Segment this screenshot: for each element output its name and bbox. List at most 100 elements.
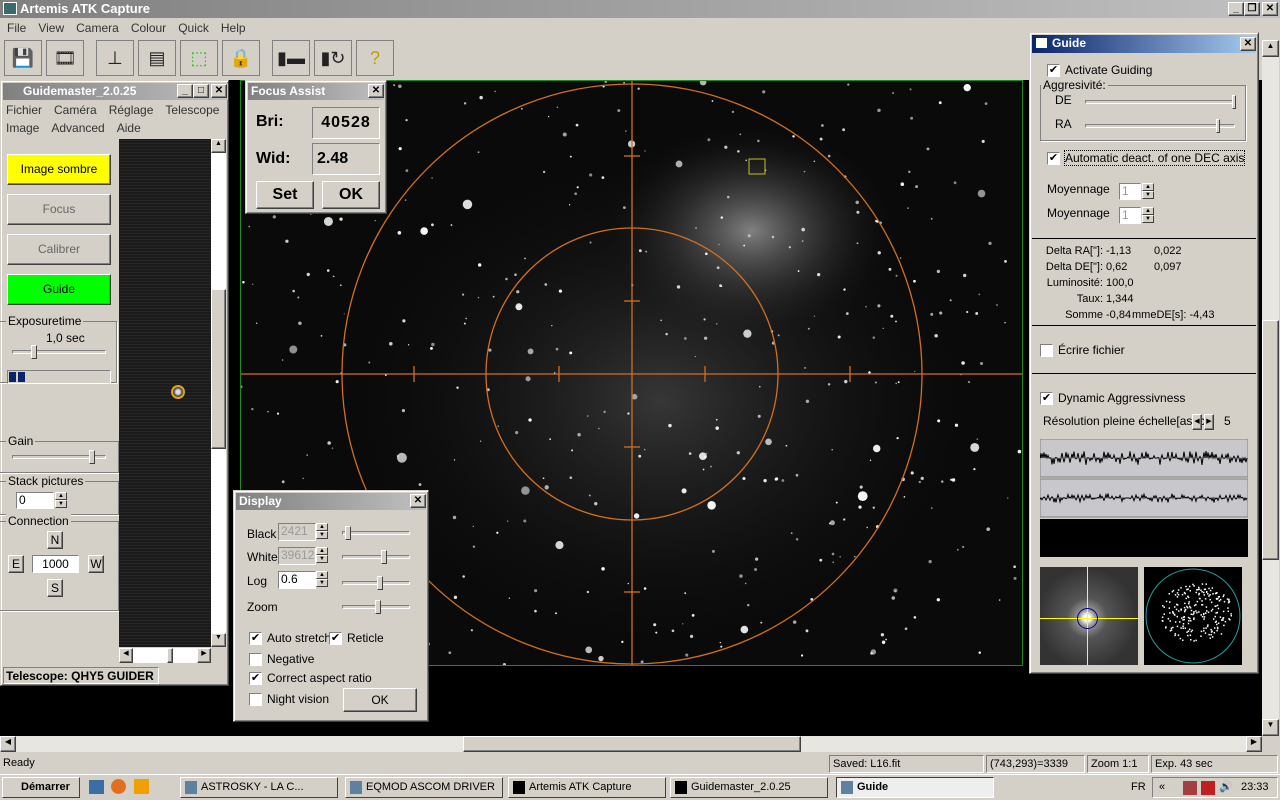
negative-checkbox[interactable]: Negative xyxy=(249,652,314,667)
ok-button[interactable]: OK xyxy=(343,688,417,712)
ok-button[interactable]: OK xyxy=(322,181,380,209)
white-slider[interactable] xyxy=(342,550,410,564)
firefox-icon[interactable] xyxy=(111,779,126,794)
save-sequence-button[interactable]: 🎞 xyxy=(46,40,84,76)
set-button[interactable]: Set xyxy=(256,181,314,209)
checkbox[interactable] xyxy=(249,693,262,707)
scroll-down-button[interactable]: ▼ xyxy=(1262,719,1279,736)
help-button[interactable]: ? xyxy=(356,40,394,76)
moyennage-ra-input[interactable]: 1 xyxy=(1119,183,1141,200)
calibrate-button[interactable]: Calibrer xyxy=(7,234,111,265)
subframe-button[interactable]: ⬚ xyxy=(180,40,218,76)
focus-button[interactable]: Focus xyxy=(7,194,111,225)
network-disconnected-icon[interactable] xyxy=(1201,781,1215,795)
log-slider[interactable] xyxy=(342,576,410,590)
maximize-button[interactable]: □ xyxy=(193,84,209,98)
checkbox[interactable] xyxy=(249,653,262,667)
menu-camera[interactable]: Camera xyxy=(76,21,119,35)
scroll-thumb[interactable] xyxy=(463,736,801,752)
language-indicator[interactable]: FR xyxy=(1131,781,1146,793)
guide-image-vscroll[interactable]: ▲ ▼ xyxy=(211,139,226,647)
east-button[interactable]: E xyxy=(8,555,24,573)
scroll-left-button[interactable]: ◀ xyxy=(0,736,16,752)
minimize-button[interactable]: _ xyxy=(177,84,193,98)
checkbox[interactable]: ✔ xyxy=(249,632,262,646)
lock-button[interactable]: 🔒 xyxy=(222,40,260,76)
camera-connect-button[interactable]: ▮▬ xyxy=(272,40,310,76)
scroll-thumb[interactable] xyxy=(1262,320,1279,560)
guide-button[interactable]: Guide xyxy=(7,274,111,305)
exposure-slider-button[interactable]: ⊥ xyxy=(96,40,134,76)
close-button[interactable]: ✕ xyxy=(368,84,384,98)
scroll-up-button[interactable]: ▲ xyxy=(1262,40,1279,57)
write-file-checkbox[interactable]: Écrire fichier xyxy=(1040,343,1125,358)
activate-guiding-checkbox[interactable]: ✔ Activate Guiding xyxy=(1047,63,1152,78)
start-button[interactable]: Démarrer xyxy=(2,777,80,798)
close-button[interactable]: ✕ xyxy=(211,84,227,98)
network-icon[interactable] xyxy=(1183,781,1197,795)
dark-image-button[interactable]: Image sombre xyxy=(7,154,111,185)
gm-menu-item[interactable]: Fichier xyxy=(6,103,42,117)
menu-colour[interactable]: Colour xyxy=(131,21,166,35)
minimize-button[interactable]: _ xyxy=(1228,2,1244,16)
gm-menu-item[interactable]: Image xyxy=(6,121,39,135)
pulse-input[interactable]: 1000 xyxy=(32,555,79,573)
black-slider[interactable] xyxy=(342,526,410,540)
volume-icon[interactable]: 🔊 xyxy=(1219,778,1233,797)
close-button[interactable]: ✕ xyxy=(410,494,426,508)
camera-reconnect-button[interactable]: ▮↻ xyxy=(314,40,352,76)
guide-image-hscroll[interactable]: ◀ ▶ xyxy=(119,648,211,663)
vertical-scrollbar[interactable]: ▲ ▼ xyxy=(1262,40,1279,736)
west-button[interactable]: W xyxy=(88,555,104,573)
north-button[interactable]: N xyxy=(47,531,63,549)
stack-input[interactable]: 0 xyxy=(16,492,54,509)
gm-menu-item[interactable]: Caméra xyxy=(54,103,97,117)
taskbar-item[interactable]: Guide xyxy=(836,777,994,798)
ra-slider[interactable] xyxy=(1085,119,1235,133)
resolution-increase[interactable]: ▶ xyxy=(1204,414,1214,430)
exposure-slider[interactable] xyxy=(12,345,106,359)
night-vision-checkbox[interactable]: Night vision xyxy=(249,692,329,707)
aspect-checkbox[interactable]: ✔ Correct aspect ratio xyxy=(249,671,372,686)
tray-expand-icon[interactable]: « xyxy=(1159,778,1165,797)
gm-menu-item[interactable]: Aide xyxy=(117,121,141,135)
de-slider[interactable] xyxy=(1085,95,1236,109)
taskbar-item[interactable]: Guidemaster_2.0.25 xyxy=(670,777,828,798)
moyennage-de-input[interactable]: 1 xyxy=(1119,207,1141,224)
auto-stretch-checkbox[interactable]: ✔ Auto stretch xyxy=(249,631,331,646)
moyennage-de-spinner[interactable]: ▲ ▼ xyxy=(1142,207,1154,223)
checkbox[interactable]: ✔ xyxy=(249,672,262,686)
log-input[interactable]: 0.6 xyxy=(278,571,316,589)
show-desktop-icon[interactable] xyxy=(89,780,104,794)
taskbar-item[interactable]: ASTROSKY - LA C... xyxy=(180,777,338,798)
log-spinner[interactable]: ▲ ▼ xyxy=(316,571,328,587)
menu-quick[interactable]: Quick xyxy=(178,21,209,35)
menu-help[interactable]: Help xyxy=(221,21,246,35)
stack-spinner[interactable]: ▲ ▼ xyxy=(55,492,67,508)
checkbox[interactable]: ✔ xyxy=(329,632,342,646)
histogram-table-button[interactable]: ▤ xyxy=(138,40,176,76)
dynamic-aggr-checkbox[interactable]: ✔ Dynamic Aggressivness xyxy=(1040,391,1185,406)
close-button[interactable]: ✕ xyxy=(1240,37,1256,51)
menu-view[interactable]: View xyxy=(38,21,64,35)
white-spinner[interactable]: ▲ ▼ xyxy=(316,547,328,563)
gm-menu-item[interactable]: Réglage xyxy=(109,103,154,117)
scroll-right-button[interactable]: ▶ xyxy=(1246,736,1262,752)
black-input[interactable]: 2421 xyxy=(278,523,316,541)
taskbar-item[interactable]: Artemis ATK Capture xyxy=(508,777,666,798)
gm-menu-item[interactable]: Advanced xyxy=(51,121,104,135)
white-input[interactable]: 39612 xyxy=(278,547,316,565)
zoom-slider[interactable] xyxy=(342,600,410,614)
media-player-icon[interactable] xyxy=(134,779,149,794)
taskbar-item[interactable]: EQMOD ASCOM DRIVER xyxy=(345,777,503,798)
resolution-decrease[interactable]: ◀ xyxy=(1192,414,1202,430)
gain-slider[interactable] xyxy=(12,450,106,464)
south-button[interactable]: S xyxy=(47,579,63,597)
auto-deact-checkbox[interactable]: ✔ Automatic deact. of one DEC axis xyxy=(1047,150,1246,166)
maximize-button[interactable]: ❐ xyxy=(1244,2,1260,16)
close-button[interactable]: ✕ xyxy=(1262,2,1278,16)
horizontal-scrollbar[interactable]: ◀ ▶ xyxy=(0,736,1262,752)
gm-menu-item[interactable]: Telescope xyxy=(165,103,219,117)
moyennage-ra-spinner[interactable]: ▲ ▼ xyxy=(1142,183,1154,199)
menu-file[interactable]: File xyxy=(7,21,26,35)
